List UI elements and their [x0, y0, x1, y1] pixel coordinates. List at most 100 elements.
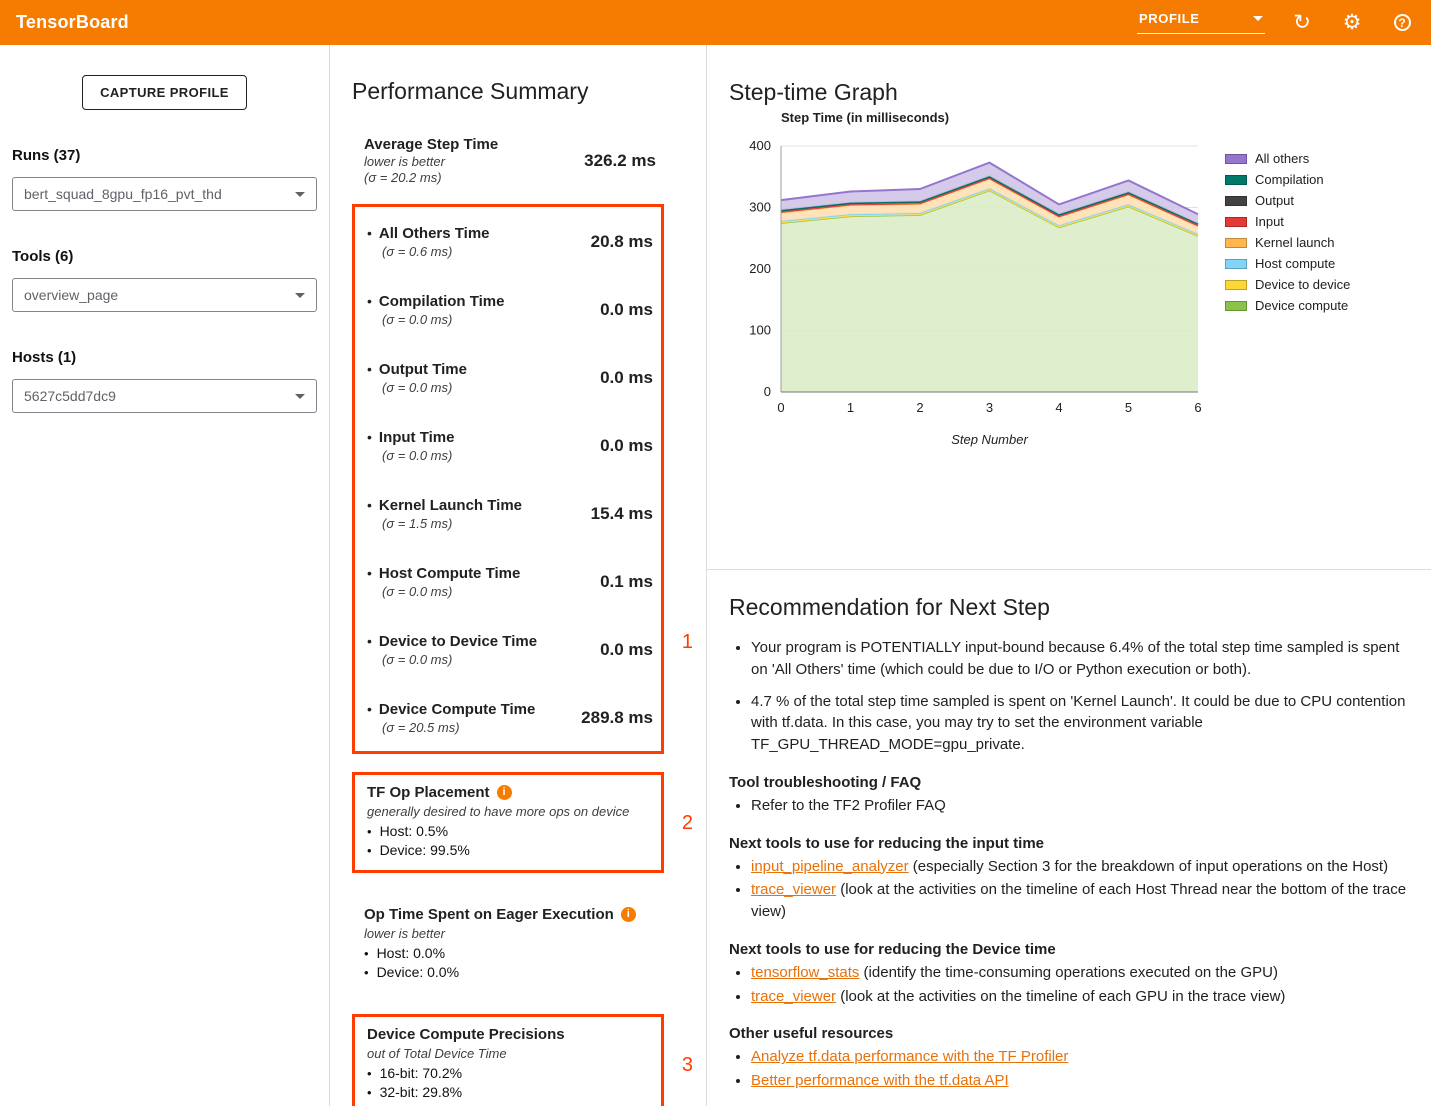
metric-text: Device Compute Time (σ = 20.5 ms) — [367, 700, 535, 735]
metric-label: Device Compute Time — [379, 700, 535, 719]
legend-swatch — [1225, 154, 1247, 164]
recommendation-section: Recommendation for Next Step Your progra… — [707, 570, 1431, 1106]
legend-item: Device compute — [1225, 295, 1350, 316]
right-panel: Step-time Graph Step Time (in millisecon… — [707, 45, 1431, 1106]
annotation-number-3: 3 — [682, 1055, 693, 1075]
tf-op-placement-title-row: TF Op Placement — [367, 783, 653, 802]
rec-group-heading: Tool troubleshooting / FAQ — [729, 772, 1391, 793]
rec-group-heading: Other useful resources — [729, 1023, 1391, 1044]
legend-item: All others — [1225, 148, 1350, 169]
x-tick-label: 2 — [916, 400, 923, 415]
legend-swatch — [1225, 259, 1247, 269]
list-item: Refer to the TF2 Profiler FAQ — [751, 795, 1419, 817]
hosts-select[interactable]: 5627c5dd7dc9 — [12, 379, 317, 413]
metric-label: All Others Time — [379, 224, 490, 243]
metric-sigma: (σ = 0.0 ms) — [382, 312, 504, 327]
help-button[interactable]: ? — [1389, 10, 1415, 36]
rec-link[interactable]: input_pipeline_analyzer — [751, 858, 909, 875]
bullet-icon — [367, 428, 372, 447]
metric-label: Average Step Time — [364, 136, 498, 153]
rec-item-text: (especially Section 3 for the breakdown … — [909, 858, 1388, 875]
rec-group-faq: Tool troubleshooting / FAQ Refer to the … — [729, 772, 1391, 817]
legend-label: Device compute — [1255, 298, 1348, 313]
legend-item: Output — [1225, 190, 1350, 211]
chevron-down-icon — [295, 192, 305, 197]
annotation-box-2: TF Op Placement generally desired to hav… — [352, 772, 664, 873]
metric-row: Compilation Time (σ = 0.0 ms) 0.0 ms — [355, 275, 661, 343]
rec-link[interactable]: trace_viewer — [751, 881, 836, 898]
chevron-down-icon — [295, 394, 305, 399]
metric-sigma: (σ = 0.0 ms) — [382, 584, 520, 599]
tensorboard-app: TensorBoard PROFILE ↻ ⚙ ? CAPTURE PROFIL… — [0, 0, 1431, 1106]
metric-text: Input Time (σ = 0.0 ms) — [367, 428, 454, 463]
y-tick-label: 100 — [749, 323, 771, 338]
rec-item-text: (identify the time-consuming operations … — [859, 964, 1278, 981]
metric-value: 0.0 ms — [600, 300, 653, 320]
metric-text: All Others Time (σ = 0.6 ms) — [367, 224, 490, 259]
x-tick-label: 0 — [777, 400, 784, 415]
bullet-icon — [367, 564, 372, 583]
average-step-time-text: Average Step Time lower is better (σ = 2… — [364, 136, 498, 185]
metric-value: 0.1 ms — [600, 572, 653, 592]
metric-value: 0.0 ms — [600, 640, 653, 660]
precisions-title: Device Compute Precisions — [367, 1025, 565, 1044]
info-icon[interactable] — [497, 785, 512, 800]
bullet-icon — [367, 360, 372, 379]
capture-profile-button[interactable]: CAPTURE PROFILE — [82, 75, 247, 110]
rec-item-text: (look at the activities on the timeline … — [836, 988, 1285, 1005]
list-item: Host: 0.0% — [364, 944, 656, 963]
eager-title: Op Time Spent on Eager Execution — [364, 905, 614, 924]
rec-item-text: Refer to the TF2 Profiler FAQ — [751, 797, 946, 814]
metric-text: Kernel Launch Time (σ = 1.5 ms) — [367, 496, 522, 531]
metric-sigma: (σ = 20.2 ms) — [364, 170, 498, 185]
bullet-icon — [367, 842, 372, 860]
chart-title: Step Time (in milliseconds) — [781, 110, 949, 125]
annotation-box-1: All Others Time (σ = 0.6 ms) 20.8 ms Com… — [352, 204, 664, 754]
metric-row: Device to Device Time (σ = 0.0 ms) 0.0 m… — [355, 615, 661, 683]
list-item-text: Device: 0.0% — [377, 963, 459, 981]
metric-label: Kernel Launch Time — [379, 496, 522, 515]
app-title: TensorBoard — [16, 12, 129, 33]
dashboard-selector[interactable]: PROFILE — [1137, 11, 1265, 34]
info-icon[interactable] — [621, 907, 636, 922]
rec-link[interactable]: tensorflow_stats — [751, 964, 859, 981]
reload-icon: ↻ — [1293, 12, 1311, 33]
step-time-graph-section: Step-time Graph Step Time (in millisecon… — [707, 79, 1431, 570]
settings-button[interactable]: ⚙ — [1339, 10, 1365, 36]
chart-area: Step Time (in milliseconds)0100200300400… — [729, 106, 1431, 454]
metric-sigma: (σ = 20.5 ms) — [382, 720, 535, 735]
rec-link[interactable]: Better performance with the tf.data API — [751, 1072, 1009, 1089]
rec-link[interactable]: Analyze tf.data performance with the TF … — [751, 1048, 1068, 1065]
metric-row: All Others Time (σ = 0.6 ms) 20.8 ms — [355, 207, 661, 275]
legend-swatch — [1225, 217, 1247, 227]
metric-label: Device to Device Time — [379, 632, 537, 651]
legend-swatch — [1225, 280, 1247, 290]
rec-group-list: input_pipeline_analyzer (especially Sect… — [729, 856, 1419, 923]
bullet-icon — [367, 1065, 372, 1083]
y-tick-label: 400 — [749, 138, 771, 153]
metric-text: Device to Device Time (σ = 0.0 ms) — [367, 632, 537, 667]
legend-item: Compilation — [1225, 169, 1350, 190]
hosts-label: Hosts (1) — [12, 349, 317, 366]
gear-icon: ⚙ — [1343, 12, 1362, 33]
rec-group-list: tensorflow_stats (identify the time-cons… — [729, 962, 1419, 1008]
bullet-icon — [367, 1084, 372, 1102]
performance-summary-panel: Performance Summary Average Step Time lo… — [330, 45, 707, 1106]
recommendation-bullet-text: 4.7 % of the total step time sampled is … — [751, 693, 1405, 754]
precisions-note: out of Total Device Time — [367, 1046, 653, 1061]
rec-link[interactable]: trace_viewer — [751, 988, 836, 1005]
runs-label: Runs (37) — [12, 147, 317, 164]
rec-group-heading: Next tools to use for reducing the Devic… — [729, 939, 1391, 960]
y-tick-label: 0 — [764, 384, 771, 399]
legend-label: Kernel launch — [1255, 235, 1335, 250]
legend-swatch — [1225, 238, 1247, 248]
list-item: tensorflow_stats (identify the time-cons… — [751, 962, 1419, 984]
runs-select[interactable]: bert_squad_8gpu_fp16_pvt_thd — [12, 177, 317, 211]
tools-select[interactable]: overview_page — [12, 278, 317, 312]
list-item-text: 32-bit: 29.8% — [380, 1083, 463, 1101]
list-item: 32-bit: 29.8% — [367, 1083, 653, 1102]
x-tick-label: 3 — [986, 400, 993, 415]
y-tick-label: 300 — [749, 200, 771, 215]
x-tick-label: 4 — [1055, 400, 1062, 415]
reload-button[interactable]: ↻ — [1289, 10, 1315, 36]
